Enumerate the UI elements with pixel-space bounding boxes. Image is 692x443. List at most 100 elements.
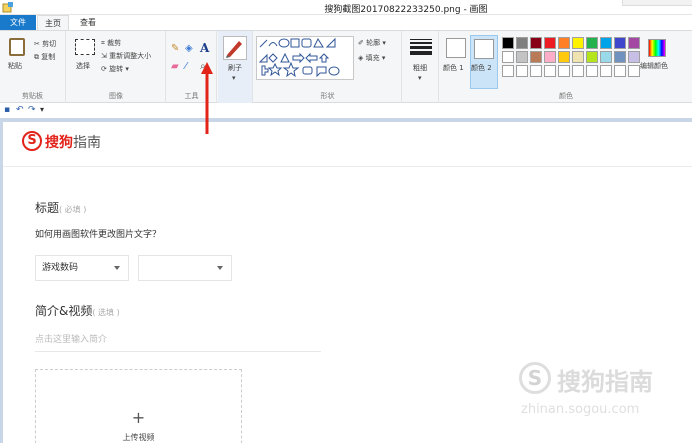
chevron-down-icon: ▾ xyxy=(379,54,386,62)
color-swatch[interactable] xyxy=(530,51,542,63)
window-controls[interactable] xyxy=(622,0,692,6)
intro-underline xyxy=(35,351,321,352)
image-group: 选择 ⌗ 裁剪 ⇲ 重新调整大小 ⟳ 旋转 ▾ 图像 xyxy=(67,31,166,103)
chevron-down-icon: ▾ xyxy=(380,39,386,47)
fill-icon[interactable]: ◈ xyxy=(185,43,193,54)
shapes-gallery[interactable] xyxy=(256,36,354,80)
watermark-url: zhinan.sogou.com xyxy=(521,402,640,417)
subcategory-select[interactable] xyxy=(138,255,232,281)
resize-icon: ⇲ xyxy=(101,52,110,60)
paste-button[interactable]: 粘贴 xyxy=(8,61,22,71)
pencil-icon[interactable]: ✎ xyxy=(171,43,179,54)
rotate-button[interactable]: ⟳ 旋转 ▾ xyxy=(101,64,129,74)
redo-icon[interactable]: ↷ xyxy=(28,105,36,115)
color2-selected[interactable]: 颜色 2 xyxy=(470,35,498,89)
save-icon[interactable]: ▪ xyxy=(4,105,10,115)
color-swatch[interactable] xyxy=(530,37,542,49)
color-swatch[interactable] xyxy=(502,51,514,63)
crop-button[interactable]: ⌗ 裁剪 xyxy=(101,38,121,48)
fill-button[interactable]: ◈ 填充 ▾ xyxy=(358,53,385,63)
custom-color-slot[interactable] xyxy=(600,65,612,77)
customize-qat-icon[interactable]: ▾ xyxy=(40,105,44,114)
custom-color-slot[interactable] xyxy=(516,65,528,77)
color-swatch[interactable] xyxy=(558,51,570,63)
clipboard-group: 粘贴 ✂ 剪切 ⧉ 复制 剪贴板 xyxy=(0,31,66,103)
header-divider xyxy=(3,166,692,167)
colors-group: 颜色 1 颜色 2 编辑颜色 颜色 xyxy=(440,31,692,103)
size-button[interactable]: 粗细 xyxy=(413,63,427,73)
shapes-group: ✐ 轮廓 ▾ ◈ 填充 ▾ 形状 xyxy=(254,31,402,103)
outline-icon: ✐ xyxy=(358,39,367,47)
canvas-area[interactable]: S 搜狗指南 标题( 必填 ) 如何用画图软件更改图片文字？ 游戏数码 简介&视… xyxy=(0,118,692,443)
category-select[interactable]: 游戏数码 xyxy=(35,255,129,281)
color-picker-icon[interactable]: ⁄ xyxy=(185,61,187,72)
color-swatch[interactable] xyxy=(614,51,626,63)
watermark: S 搜狗指南 zhinan.sogou.com xyxy=(519,358,679,428)
custom-color-slot[interactable] xyxy=(558,65,570,77)
shapes-label: 形状 xyxy=(320,92,335,100)
custom-color-slot[interactable] xyxy=(586,65,598,77)
tab-view[interactable]: 查看 xyxy=(72,15,104,30)
eraser-icon[interactable]: ▰ xyxy=(171,61,179,72)
resize-button[interactable]: ⇲ 重新调整大小 xyxy=(101,51,151,61)
custom-color-slot[interactable] xyxy=(572,65,584,77)
tab-file[interactable]: 文件 xyxy=(0,15,36,30)
custom-color-slot[interactable] xyxy=(502,65,514,77)
copy-button[interactable]: ⧉ 复制 xyxy=(34,52,55,62)
color-swatch[interactable] xyxy=(572,37,584,49)
watermark-logo-icon: S xyxy=(519,362,551,394)
intro-input[interactable]: 点击这里输入简介 xyxy=(35,332,107,345)
ribbon: 粘贴 ✂ 剪切 ⧉ 复制 剪贴板 选择 ⌗ 裁剪 ⇲ 重新调整大小 ⟳ 旋转 ▾… xyxy=(0,30,692,103)
brush-icon[interactable] xyxy=(223,36,247,60)
color-swatch[interactable] xyxy=(586,37,598,49)
color-swatch[interactable] xyxy=(586,51,598,63)
color-swatch[interactable] xyxy=(502,37,514,49)
chevron-down-icon: ▾ xyxy=(418,74,422,82)
cut-button[interactable]: ✂ 剪切 xyxy=(34,39,56,49)
color-swatch[interactable] xyxy=(628,51,640,63)
clipboard-label: 剪贴板 xyxy=(22,92,43,100)
intro-field-label: 简介&视频( 选填 ) xyxy=(35,304,120,318)
color-swatch[interactable] xyxy=(600,37,612,49)
color2-swatch xyxy=(474,39,494,59)
brushes-button[interactable]: 刷子 xyxy=(228,63,242,73)
tab-home[interactable]: 主页 xyxy=(37,15,69,30)
color-swatch[interactable] xyxy=(516,51,528,63)
color1-button[interactable]: 颜色 1 xyxy=(443,63,464,73)
color-swatch[interactable] xyxy=(572,51,584,63)
image-label: 图像 xyxy=(109,92,123,100)
title-input[interactable]: 如何用画图软件更改图片文字？ xyxy=(35,227,161,240)
paste-icon[interactable] xyxy=(9,38,25,56)
color-swatch[interactable] xyxy=(628,37,640,49)
canvas-image[interactable]: S 搜狗指南 标题( 必填 ) 如何用画图软件更改图片文字？ 游戏数码 简介&视… xyxy=(3,122,692,443)
color1-swatch[interactable] xyxy=(446,38,466,58)
edit-colors-icon[interactable] xyxy=(648,39,666,57)
text-tool-icon[interactable]: A xyxy=(200,41,209,55)
undo-icon[interactable]: ↶ xyxy=(16,105,24,115)
window-title: 搜狗截图20170822233250.png - 画图 xyxy=(324,5,488,15)
custom-color-slot[interactable] xyxy=(530,65,542,77)
color-swatch[interactable] xyxy=(544,37,556,49)
title-bar: 搜狗截图20170822233250.png - 画图 xyxy=(0,0,692,15)
select-button[interactable]: 选择 xyxy=(76,61,90,71)
scissors-icon: ✂ xyxy=(34,40,43,48)
custom-color-slot[interactable] xyxy=(614,65,626,77)
brushes-group: 刷子 ▾ xyxy=(218,31,253,103)
custom-color-slot[interactable] xyxy=(544,65,556,77)
color-swatch[interactable] xyxy=(516,37,528,49)
color-swatch[interactable] xyxy=(544,51,556,63)
edit-colors-button[interactable]: 编辑颜色 xyxy=(640,61,668,71)
custom-color-slot[interactable] xyxy=(628,65,640,77)
fill-bucket-icon: ◈ xyxy=(358,54,366,62)
chevron-down-icon: ▾ xyxy=(232,74,236,82)
color-swatch[interactable] xyxy=(614,37,626,49)
line-size-icon[interactable] xyxy=(410,39,432,57)
watermark-text: 搜狗指南 xyxy=(557,368,653,396)
title-field-label: 标题( 必填 ) xyxy=(35,201,87,215)
outline-button[interactable]: ✐ 轮廓 ▾ xyxy=(358,38,386,48)
color-swatch[interactable] xyxy=(558,37,570,49)
color-swatch[interactable] xyxy=(600,51,612,63)
chevron-down-icon xyxy=(114,266,120,270)
upload-video-box[interactable]: + 上传视频 xyxy=(35,369,242,443)
select-icon[interactable] xyxy=(75,39,95,55)
